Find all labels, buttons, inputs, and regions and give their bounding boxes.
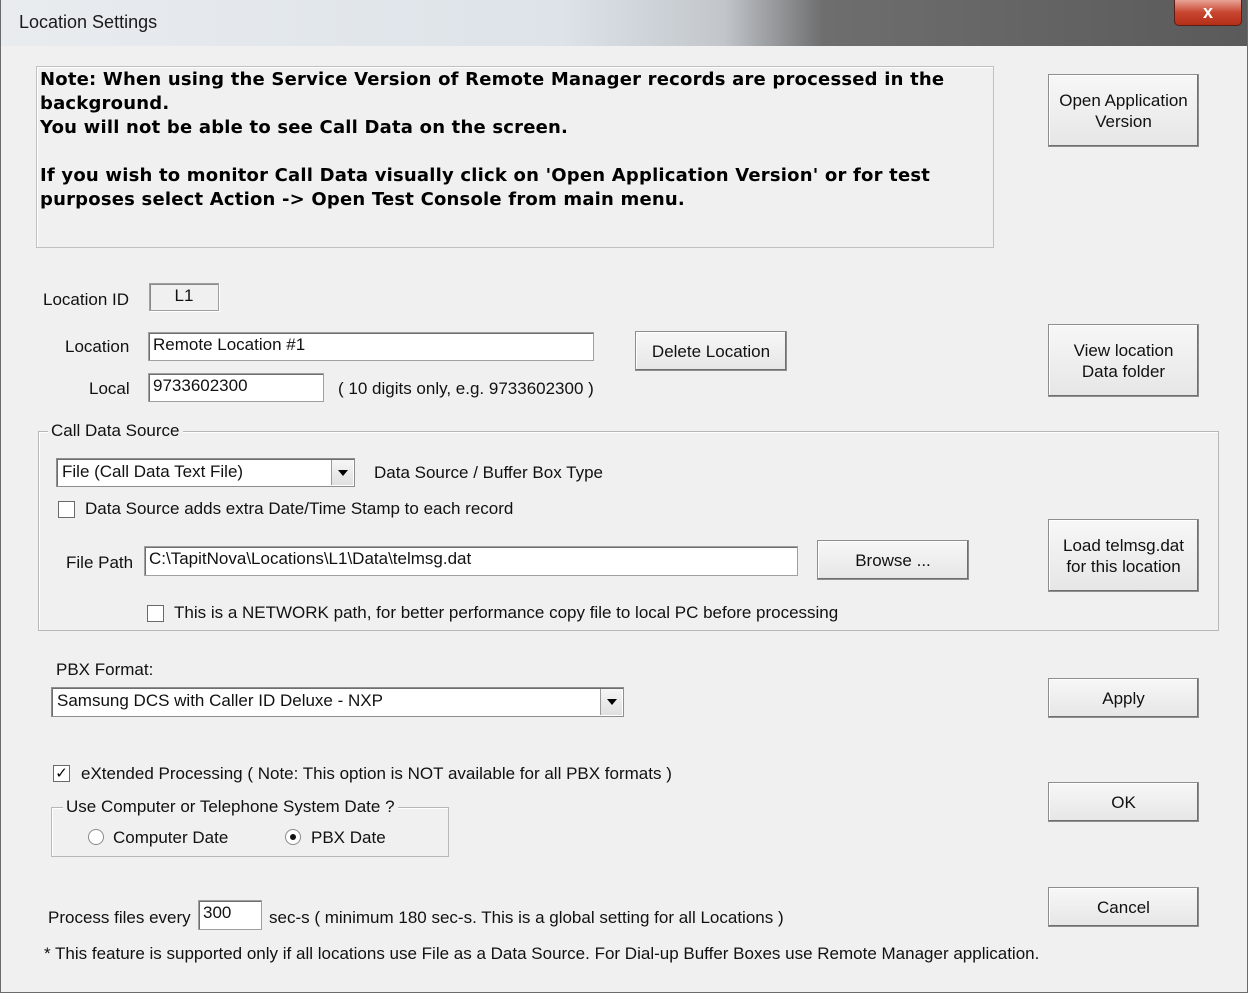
file-path-label: File Path bbox=[66, 553, 134, 572]
chevron-down-icon[interactable] bbox=[331, 460, 353, 485]
open-application-version-button[interactable]: Open Application Version bbox=[1048, 74, 1199, 147]
pbx-date-label: PBX Date bbox=[311, 828, 386, 847]
service-note-panel: Note: When using the Service Version of … bbox=[36, 66, 994, 248]
extra-stamp-checkbox[interactable] bbox=[58, 501, 75, 518]
note-line-6: purposes select Action -> Open Test Cons… bbox=[40, 189, 685, 210]
pbx-format-label: PBX Format: bbox=[56, 660, 154, 679]
extended-processing-checkbox[interactable]: ✓ bbox=[53, 765, 70, 782]
process-interval-input[interactable]: 300 bbox=[198, 900, 262, 930]
window-title: Location Settings bbox=[19, 12, 158, 32]
view-folder-label-1: View location bbox=[1073, 340, 1174, 360]
location-settings-window: Location Settings x Note: When using the… bbox=[0, 0, 1248, 993]
title-bar[interactable]: Location Settings bbox=[1, 0, 1247, 46]
process-files-label: Process files every bbox=[48, 908, 191, 927]
cancel-button[interactable]: Cancel bbox=[1048, 887, 1199, 927]
process-interval-hint: sec-s ( minimum 180 sec-s. This is a glo… bbox=[269, 908, 784, 927]
data-source-select[interactable]: File (Call Data Text File) bbox=[56, 458, 355, 487]
process-footnote: * This feature is supported only if all … bbox=[44, 944, 1040, 963]
note-line-5: If you wish to monitor Call Data visuall… bbox=[40, 165, 931, 186]
computer-date-radio[interactable] bbox=[88, 829, 104, 845]
computer-date-label: Computer Date bbox=[113, 828, 229, 847]
note-line-2: background. bbox=[40, 93, 170, 114]
checkmark-icon: ✓ bbox=[55, 765, 68, 782]
location-id-value: L1 bbox=[149, 283, 219, 311]
extra-stamp-label: Data Source adds extra Date/Time Stamp t… bbox=[85, 499, 514, 518]
call-data-source-title: Call Data Source bbox=[48, 421, 183, 441]
browse-button[interactable]: Browse ... bbox=[817, 540, 969, 580]
date-source-title: Use Computer or Telephone System Date ? bbox=[63, 797, 398, 817]
data-source-type-label: Data Source / Buffer Box Type bbox=[374, 463, 604, 482]
delete-location-button[interactable]: Delete Location bbox=[635, 331, 787, 371]
close-icon: x bbox=[1202, 2, 1213, 22]
local-number-input[interactable]: 9733602300 bbox=[148, 373, 324, 402]
network-path-label: This is a NETWORK path, for better perfo… bbox=[174, 603, 839, 622]
ok-button[interactable]: OK bbox=[1048, 782, 1199, 822]
apply-button[interactable]: Apply bbox=[1048, 678, 1199, 718]
data-source-selected: File (Call Data Text File) bbox=[62, 462, 244, 481]
open-app-label-1: Open Application bbox=[1059, 90, 1188, 110]
local-hint: ( 10 digits only, e.g. 9733602300 ) bbox=[338, 379, 594, 398]
file-path-input[interactable]: C:\TapitNova\Locations\L1\Data\telmsg.da… bbox=[144, 546, 798, 576]
chevron-down-icon[interactable] bbox=[600, 689, 622, 715]
note-line-1: Note: When using the Service Version of … bbox=[40, 69, 945, 90]
pbx-date-radio[interactable] bbox=[285, 829, 301, 845]
view-location-folder-button[interactable]: View location Data folder bbox=[1048, 324, 1199, 397]
local-label: Local bbox=[89, 379, 130, 398]
note-line-3: You will not be able to see Call Data on… bbox=[40, 117, 569, 138]
pbx-format-select[interactable]: Samsung DCS with Caller ID Deluxe - NXP bbox=[51, 687, 624, 717]
open-app-label-2: Version bbox=[1095, 111, 1152, 131]
network-path-checkbox[interactable] bbox=[147, 605, 164, 622]
location-name-input[interactable]: Remote Location #1 bbox=[148, 332, 594, 361]
pbx-format-selected: Samsung DCS with Caller ID Deluxe - NXP bbox=[57, 691, 383, 710]
location-id-label: Location ID bbox=[43, 290, 129, 309]
view-folder-label-2: Data folder bbox=[1081, 361, 1166, 381]
extended-processing-label: eXtended Processing ( Note: This option … bbox=[81, 764, 672, 783]
close-button[interactable]: x bbox=[1174, 0, 1242, 26]
location-name-label: Location bbox=[65, 337, 130, 356]
